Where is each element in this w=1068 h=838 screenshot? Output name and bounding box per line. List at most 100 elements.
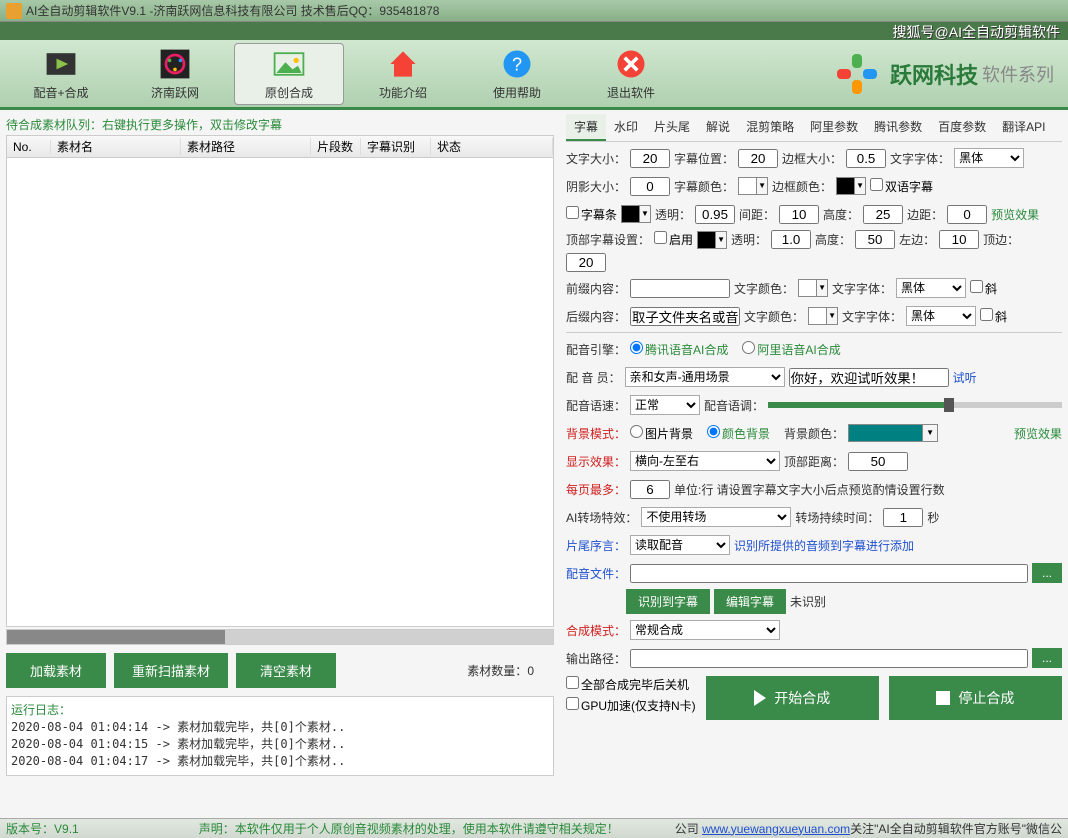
preview-link2[interactable]: 预览效果 bbox=[1014, 425, 1062, 442]
border-input[interactable] bbox=[846, 149, 886, 168]
mode-select[interactable]: 常规合成 bbox=[630, 620, 780, 640]
th-name[interactable]: 素材名 bbox=[51, 138, 181, 155]
th-path[interactable]: 素材路径 bbox=[181, 138, 311, 155]
tool-help[interactable]: ? 使用帮助 bbox=[462, 43, 572, 105]
lbl-txtcolor2: 文字颜色： bbox=[744, 308, 804, 325]
opacity2-input[interactable] bbox=[771, 230, 811, 249]
tone-slider[interactable] bbox=[768, 402, 1062, 408]
margin-input[interactable] bbox=[947, 205, 987, 224]
italic2-check[interactable]: 斜 bbox=[980, 308, 1007, 325]
recognize-button[interactable]: 识别到字幕 bbox=[626, 589, 710, 614]
lbl-unrec: 未识别 bbox=[790, 593, 826, 610]
opacity-input[interactable] bbox=[695, 205, 735, 224]
suffix-input[interactable] bbox=[630, 307, 740, 326]
tab-tencentparam[interactable]: 腾讯参数 bbox=[866, 114, 930, 141]
h-scrollbar[interactable] bbox=[6, 629, 554, 645]
shadow-input[interactable] bbox=[630, 177, 670, 196]
preview-link[interactable]: 预览效果 bbox=[991, 206, 1039, 223]
tab-headtail[interactable]: 片头尾 bbox=[646, 114, 698, 141]
transdur-input[interactable] bbox=[883, 508, 923, 527]
stop-button[interactable]: 停止合成 bbox=[889, 676, 1062, 720]
logo-sub: 软件系列 bbox=[982, 61, 1054, 87]
bgcolor-swatch[interactable]: ▼ bbox=[848, 424, 938, 442]
tailv-select[interactable]: 读取配音 bbox=[630, 535, 730, 555]
subbar-check[interactable]: 字幕条 bbox=[566, 206, 617, 223]
start-button[interactable]: 开始合成 bbox=[706, 676, 879, 720]
txtcolor2-swatch[interactable]: ▼ bbox=[808, 307, 838, 325]
left-panel: 待合成素材队列：右键执行更多操作，双击修改字幕 No. 素材名 素材路径 片段数… bbox=[0, 110, 560, 780]
txtfont-select[interactable]: 黑体 bbox=[896, 278, 966, 298]
th-rec[interactable]: 字幕识别 bbox=[361, 138, 431, 155]
tab-baiduparam[interactable]: 百度参数 bbox=[930, 114, 994, 141]
clear-button[interactable]: 清空素材 bbox=[236, 653, 336, 688]
th-seg[interactable]: 片段数 bbox=[311, 138, 361, 155]
table-body[interactable] bbox=[7, 158, 553, 613]
log-title: 运行日志： bbox=[11, 701, 549, 718]
disp-select[interactable]: 横向-左至右 bbox=[630, 451, 780, 471]
lbl-bgmode: 背景模式： bbox=[566, 425, 626, 442]
lbl-engine: 配音引擎： bbox=[566, 341, 626, 358]
th-no[interactable]: No. bbox=[7, 140, 51, 154]
subcolor-swatch[interactable]: ▼ bbox=[738, 177, 768, 195]
fontsize-input[interactable] bbox=[630, 149, 670, 168]
trans-select[interactable]: 不使用转场 bbox=[641, 507, 791, 527]
top-color[interactable]: ▼ bbox=[697, 231, 727, 249]
left-input[interactable] bbox=[939, 230, 979, 249]
voicefile-input[interactable] bbox=[630, 564, 1028, 583]
subpos-input[interactable] bbox=[738, 149, 778, 168]
italic-check[interactable]: 斜 bbox=[970, 280, 997, 297]
enable-check[interactable]: 启用 bbox=[654, 231, 693, 248]
tab-mixstrategy[interactable]: 混剪策略 bbox=[738, 114, 802, 141]
shutdown-check[interactable]: 全部合成完毕后关机 bbox=[566, 676, 696, 693]
lbl-bordercolor: 边框颜色： bbox=[772, 178, 832, 195]
voice-test-input[interactable] bbox=[789, 368, 949, 387]
engine-ali-radio[interactable]: 阿里语音AI合成 bbox=[742, 341, 840, 358]
top-input[interactable] bbox=[566, 253, 606, 272]
lbl-height2: 高度： bbox=[815, 231, 851, 248]
topdist-input[interactable] bbox=[848, 452, 908, 471]
load-material-button[interactable]: 加载素材 bbox=[6, 653, 106, 688]
listen-link[interactable]: 试听 bbox=[953, 369, 977, 386]
engine-tencent-radio[interactable]: 腾讯语音AI合成 bbox=[630, 341, 728, 358]
tab-subtitle[interactable]: 字幕 bbox=[566, 114, 606, 141]
bilingual-check[interactable]: 双语字幕 bbox=[870, 178, 933, 195]
tab-watermark[interactable]: 水印 bbox=[606, 114, 646, 141]
bg-img-radio[interactable]: 图片背景 bbox=[630, 425, 693, 442]
tool-original[interactable]: 原创合成 bbox=[234, 43, 344, 105]
gear-icon bbox=[157, 46, 193, 82]
tab-aliparam[interactable]: 阿里参数 bbox=[802, 114, 866, 141]
tool-compose[interactable]: 配音+合成 bbox=[6, 43, 116, 105]
bordercolor-swatch[interactable]: ▼ bbox=[836, 177, 866, 195]
play-icon bbox=[754, 690, 766, 706]
th-stat[interactable]: 状态 bbox=[431, 138, 553, 155]
txtfont2-select[interactable]: 黑体 bbox=[906, 306, 976, 326]
gap-input[interactable] bbox=[779, 205, 819, 224]
height2-input[interactable] bbox=[855, 230, 895, 249]
bg-color-radio[interactable]: 颜色背景 bbox=[707, 425, 770, 442]
outpath-browse[interactable]: ... bbox=[1032, 648, 1062, 668]
height-input[interactable] bbox=[863, 205, 903, 224]
log-line: 2020-08-04 01:04:14 -> 素材加载完毕，共[0]个素材.. bbox=[11, 718, 549, 735]
gpu-check[interactable]: GPU加速(仅支持N卡) bbox=[566, 697, 696, 714]
tool-features[interactable]: 功能介绍 bbox=[348, 43, 458, 105]
tool-exit[interactable]: 退出软件 bbox=[576, 43, 686, 105]
prefix-input[interactable] bbox=[630, 279, 730, 298]
txtcolor-swatch[interactable]: ▼ bbox=[798, 279, 828, 297]
tool-jinan[interactable]: 济南跃网 bbox=[120, 43, 230, 105]
tab-translateapi[interactable]: 翻译API bbox=[994, 114, 1053, 141]
lbl-opacity2: 透明： bbox=[731, 231, 767, 248]
rescan-button[interactable]: 重新扫描素材 bbox=[114, 653, 228, 688]
voicefile-browse[interactable]: ... bbox=[1032, 563, 1062, 583]
edit-subtitle-button[interactable]: 编辑字幕 bbox=[714, 589, 786, 614]
lbl-trans: AI转场特效： bbox=[566, 509, 637, 526]
font-select[interactable]: 黑体 bbox=[954, 148, 1024, 168]
tab-narration[interactable]: 解说 bbox=[698, 114, 738, 141]
toolbar: 配音+合成 济南跃网 原创合成 功能介绍 ? 使用帮助 退出软件 跃网科技 软件… bbox=[0, 40, 1068, 110]
voice-select[interactable]: 亲和女声-通用场景 bbox=[625, 367, 785, 387]
speed-select[interactable]: 正常 bbox=[630, 395, 700, 415]
subbar-color[interactable]: ▼ bbox=[621, 205, 651, 223]
outpath-input[interactable] bbox=[630, 649, 1028, 668]
logo-area: 跃网科技 软件系列 bbox=[832, 49, 1064, 99]
company-url[interactable]: www.yuewangxueyuan.com bbox=[702, 822, 850, 836]
maxrows-input[interactable] bbox=[630, 480, 670, 499]
